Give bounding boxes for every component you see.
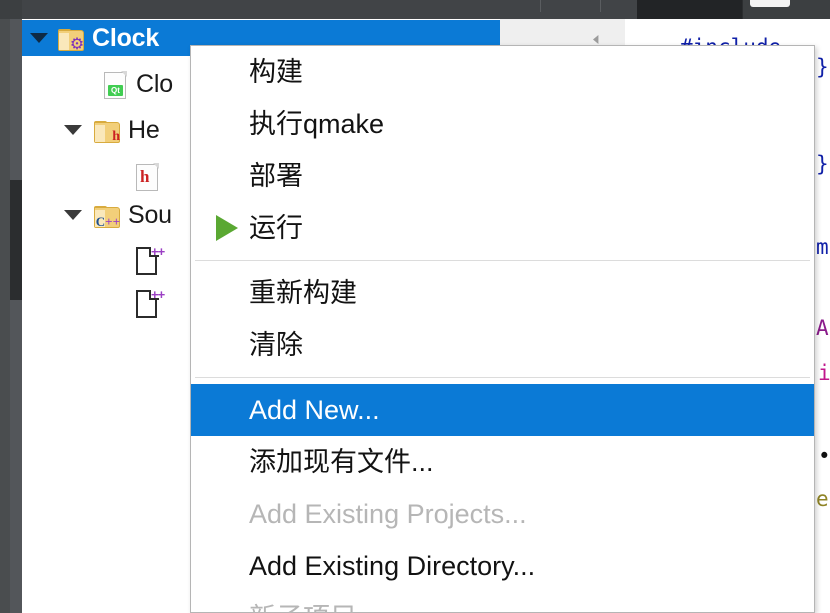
menu-item-label: 新子项目... [249, 604, 380, 613]
menu-item-add-existing-files[interactable]: 添加现有文件... [191, 436, 814, 488]
menu-item-label: 部署 [249, 160, 303, 191]
menu-icon-slot [205, 540, 249, 592]
code-token: } [816, 152, 829, 176]
menu-icon-slot [205, 267, 249, 319]
toolbar-divider [742, 0, 743, 19]
editor-tab-nub[interactable] [750, 0, 790, 7]
chevron-down-icon[interactable] [30, 33, 48, 43]
menu-item-label: 重新构建 [249, 277, 357, 308]
code-token: e [816, 487, 829, 511]
code-token: • [818, 444, 830, 468]
menu-item-label: Add Existing Projects... [249, 498, 527, 529]
menu-icon-slot [205, 592, 249, 613]
code-token: m [816, 235, 829, 259]
chevron-down-icon[interactable] [64, 125, 82, 135]
menu-icon-slot [205, 150, 249, 202]
tree-item-label: Clo [136, 69, 173, 98]
menu-item-build[interactable]: 构建 [191, 46, 814, 98]
menu-item-label: 清除 [249, 329, 303, 360]
tree-item-label: Clock [92, 23, 160, 52]
menu-icon-slot [205, 436, 249, 488]
menu-item-label: 添加现有文件... [249, 446, 434, 477]
chevron-down-icon[interactable] [64, 210, 82, 220]
code-token: i [818, 361, 830, 385]
tree-item-label: He [128, 115, 160, 144]
cpp-file-icon: ++ [134, 288, 165, 318]
menu-icon-slot [205, 202, 249, 254]
cpp-file-icon: ++ [134, 245, 165, 275]
menu-icon-slot [205, 488, 249, 540]
menu-icon-slot [205, 46, 249, 98]
menu-item-label: Add Existing Directory... [249, 550, 536, 581]
menu-item-add-new[interactable]: Add New... [191, 384, 814, 436]
code-token: } [816, 55, 829, 79]
menu-item-add-existing-directory[interactable]: Add Existing Directory... [191, 540, 814, 592]
menu-item-label: Add New... [249, 394, 380, 425]
top-toolbar [0, 0, 830, 19]
menu-item-new-subproject: 新子项目... [191, 592, 814, 613]
code-folding-marker-icon[interactable] [593, 35, 599, 44]
qt-creator-window: ⚙ Clock Qt Clo h He h C++ Sou ++ ++}} … [0, 0, 830, 613]
toolbar-segment-left [22, 0, 637, 19]
folder-sources-icon: C++ [94, 201, 120, 229]
header-file-icon: h [134, 162, 160, 191]
menu-icon-slot [205, 319, 249, 371]
tree-item-label: Sou [128, 200, 172, 229]
folder-project-icon: ⚙ [58, 24, 84, 53]
menu-item-deploy[interactable]: 部署 [191, 150, 814, 202]
toolbar-tick [600, 0, 601, 12]
menu-item-rebuild[interactable]: 重新构建 [191, 267, 814, 319]
menu-item-clean[interactable]: 清除 [191, 319, 814, 371]
run-play-icon [216, 215, 238, 241]
menu-separator [195, 377, 810, 378]
qt-project-file-icon: Qt [102, 70, 128, 99]
menu-item-label: 运行 [249, 212, 303, 243]
menu-icon-slot [205, 384, 249, 436]
folder-headers-icon: h [94, 116, 120, 144]
menu-item-add-existing-projects: Add Existing Projects... [191, 488, 814, 540]
menu-item-label: 构建 [249, 56, 303, 87]
menu-item-label: 执行qmake [249, 108, 385, 139]
toolbar-active-button[interactable] [637, 0, 742, 19]
project-context-menu: 构建 执行qmake 部署 运行 重新构建 清除 Add New... 添加现有… [190, 45, 815, 613]
menu-item-run-qmake[interactable]: 执行qmake [191, 98, 814, 150]
code-token: A [816, 316, 829, 340]
tree-scrollbar-track[interactable] [10, 19, 22, 613]
tree-scrollbar-thumb[interactable] [10, 180, 22, 300]
toolbar-tick [540, 0, 541, 12]
menu-icon-slot [205, 98, 249, 150]
menu-item-run[interactable]: 运行 [191, 202, 814, 254]
menu-separator [195, 260, 810, 261]
